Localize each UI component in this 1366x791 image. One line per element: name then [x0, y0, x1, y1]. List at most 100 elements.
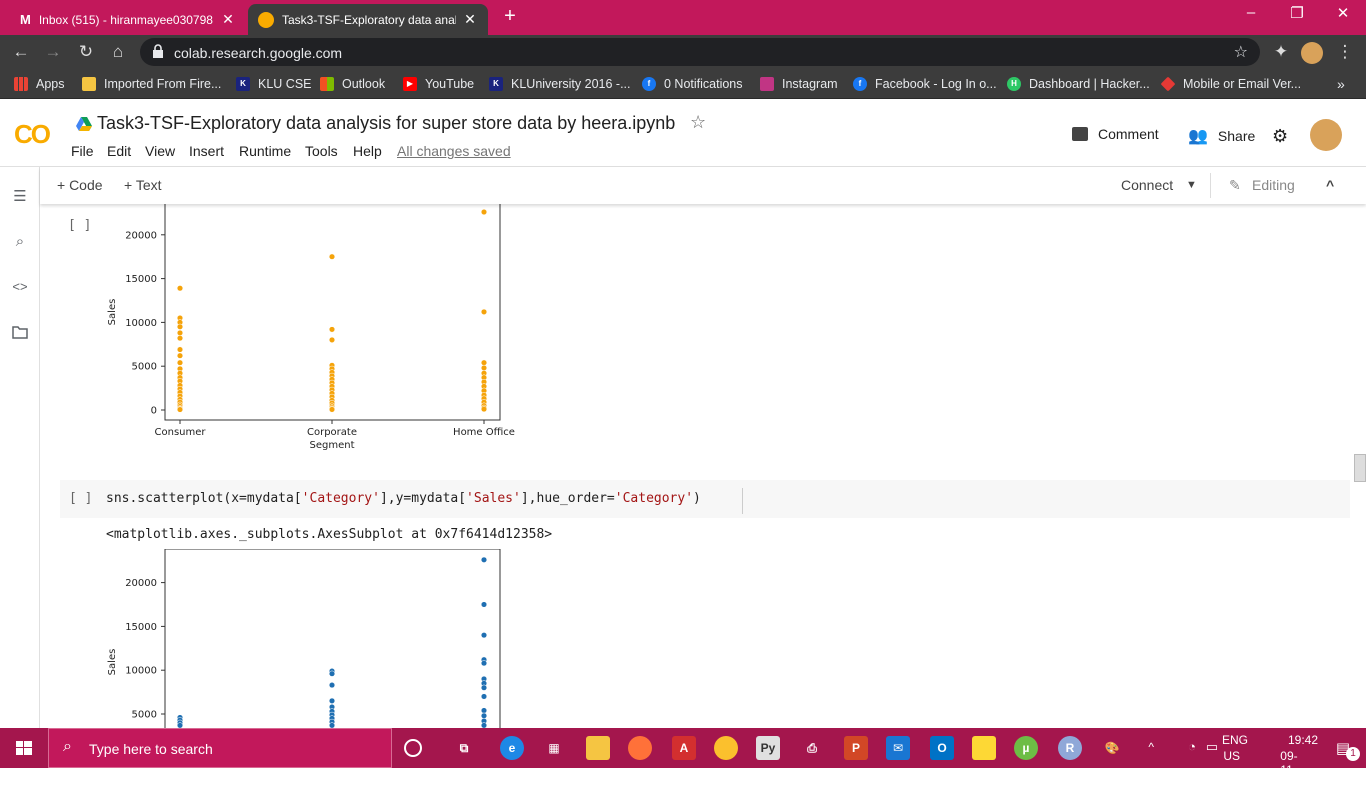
paint-icon[interactable]: 🎨	[1100, 736, 1124, 760]
reload-icon[interactable]: ↻	[75, 41, 97, 63]
table-of-contents-icon[interactable]: ☰	[10, 187, 30, 207]
menu-runtime[interactable]: Runtime	[239, 143, 291, 159]
bookmark-imported[interactable]: Imported From Fire...	[82, 76, 221, 92]
bookmark-youtube[interactable]: ▶ YouTube	[403, 76, 474, 92]
x-tick-label: Corporate	[307, 427, 357, 438]
firefox-icon[interactable]	[628, 736, 652, 760]
clock-time[interactable]: 19:42	[1288, 733, 1318, 747]
bookmark-outlook[interactable]: Outlook	[320, 76, 385, 92]
code-cell[interactable]: [ ] sns.scatterplot(x=mydata['Category']…	[60, 480, 1350, 518]
taskbar-search-box[interactable]: ⌕ Type here to search	[48, 728, 392, 768]
bookmark-notifications[interactable]: f 0 Notifications	[642, 76, 743, 92]
battery-icon[interactable]: ▭	[1206, 739, 1218, 755]
chevron-up-icon[interactable]: ^	[1148, 740, 1154, 754]
minimize-button[interactable]: –	[1228, 4, 1274, 21]
comment-button[interactable]: Comment	[1072, 126, 1159, 142]
menu-view[interactable]: View	[145, 143, 175, 159]
avatar[interactable]	[1310, 119, 1342, 151]
language-bottom[interactable]: US	[1223, 749, 1240, 763]
clock-date[interactable]: 09-11-2020	[1280, 749, 1307, 791]
printer-icon[interactable]: ⎙	[800, 736, 824, 760]
chevron-up-icon[interactable]: ^	[1326, 177, 1334, 193]
menu-help[interactable]: Help	[353, 143, 382, 159]
scrollbar-thumb[interactable]	[1354, 454, 1366, 482]
wifi-icon[interactable]: ◔	[1188, 739, 1196, 754]
youtube-icon: ▶	[403, 77, 417, 91]
tab-colab[interactable]: Task3-TSF-Exploratory data analy ✕	[248, 4, 488, 35]
bookmark-mobile-email[interactable]: Mobile or Email Ver...	[1160, 76, 1301, 92]
scatter-point	[480, 684, 488, 691]
store-icon[interactable]: ▦	[542, 736, 566, 760]
cell-run-bracket[interactable]: [ ]	[68, 218, 91, 233]
close-icon[interactable]: ✕	[220, 11, 236, 28]
bookmark-facebook[interactable]: f Facebook - Log In o...	[853, 76, 997, 92]
edge-icon[interactable]: e	[500, 736, 524, 760]
bookmark-apps[interactable]: Apps	[14, 76, 65, 92]
tab-title: Task3-TSF-Exploratory data analy	[282, 12, 456, 27]
new-tab-button[interactable]: +	[500, 5, 520, 28]
sticky-notes-icon[interactable]	[972, 736, 996, 760]
bookmark-kluniversity[interactable]: K KLUniversity 2016 -...	[489, 76, 631, 92]
outlook-icon[interactable]: O	[930, 736, 954, 760]
start-button[interactable]	[0, 728, 48, 768]
cell-run-bracket[interactable]: [ ]	[69, 491, 92, 506]
extensions-icon[interactable]: ✦	[1270, 41, 1292, 63]
kebab-menu-icon[interactable]: ⋮	[1334, 41, 1356, 63]
connect-button[interactable]: Connect	[1121, 177, 1173, 193]
colab-logo[interactable]: CO	[14, 119, 51, 150]
cell-output-text: <matplotlib.axes._subplots.AxesSubplot a…	[106, 527, 553, 542]
utorrent-icon[interactable]: µ	[1014, 736, 1038, 760]
bookmark-instagram[interactable]: Instagram	[760, 76, 838, 92]
bookmark-hackerrank[interactable]: H Dashboard | Hacker...	[1007, 76, 1150, 92]
klu-icon: K	[489, 77, 503, 91]
folder-icon[interactable]	[10, 325, 30, 345]
close-window-button[interactable]: ✕	[1320, 4, 1366, 22]
y-tick-label: 0	[151, 406, 157, 417]
google-drive-icon	[76, 117, 92, 131]
scatter-point	[480, 556, 488, 563]
mail-icon[interactable]: ✉	[886, 736, 910, 760]
notebook-title[interactable]: Task3-TSF-Exploratory data analysis for …	[97, 113, 675, 134]
acrobat-icon[interactable]: A	[672, 736, 696, 760]
task-view-icon[interactable]: ⧉	[452, 736, 476, 760]
code-snippets-icon[interactable]: <>	[10, 279, 30, 299]
r-icon[interactable]: R	[1058, 736, 1082, 760]
profile-avatar[interactable]	[1301, 42, 1323, 64]
windows-icon	[320, 77, 334, 91]
bookmark-label: Apps	[36, 77, 65, 91]
file-explorer-icon[interactable]	[586, 736, 610, 760]
chevron-down-icon[interactable]: ▼	[1186, 179, 1197, 191]
back-arrow-icon[interactable]: ←	[10, 41, 32, 63]
add-text-button[interactable]: + Text	[124, 177, 162, 193]
menu-insert[interactable]: Insert	[189, 143, 224, 159]
more-bookmarks-icon[interactable]: »	[1337, 76, 1345, 92]
code-editor[interactable]: sns.scatterplot(x=mydata['Category'],y=m…	[106, 491, 701, 506]
bookmark-star-icon[interactable]: ☆	[1234, 42, 1248, 62]
python-icon[interactable]: Py	[756, 736, 780, 760]
chrome-icon[interactable]	[714, 736, 738, 760]
powerpoint-icon[interactable]: P	[844, 736, 868, 760]
tab-gmail[interactable]: M Inbox (515) - hiranmayee030798 ✕	[10, 4, 246, 35]
editing-mode-label[interactable]: Editing	[1252, 177, 1295, 193]
scatter-chart-category: 5000 10000 15000 20000 Sales	[107, 549, 501, 728]
forward-arrow-icon[interactable]: →	[42, 41, 64, 63]
save-status[interactable]: All changes saved	[397, 143, 511, 159]
bookmark-klu-cse[interactable]: K KLU CSE	[236, 76, 312, 92]
people-icon: 👥	[1188, 128, 1208, 145]
share-label: Share	[1217, 128, 1256, 144]
menu-file[interactable]: File	[71, 143, 94, 159]
settings-gear-icon[interactable]: ⚙	[1272, 126, 1288, 147]
menu-tools[interactable]: Tools	[305, 143, 338, 159]
search-icon[interactable]: ⌕	[10, 233, 30, 253]
language-top[interactable]: ENG	[1222, 733, 1248, 747]
menu-edit[interactable]: Edit	[107, 143, 131, 159]
close-icon[interactable]: ✕	[462, 11, 478, 28]
share-button[interactable]: 👥 Share	[1188, 126, 1255, 146]
gmail-icon: M	[20, 12, 31, 27]
address-bar[interactable]: colab.research.google.com ☆	[140, 38, 1260, 66]
restore-button[interactable]: ❐	[1274, 4, 1320, 22]
star-icon[interactable]: ☆	[690, 112, 706, 133]
cortana-icon[interactable]	[404, 739, 422, 757]
home-icon[interactable]: ⌂	[107, 41, 129, 63]
add-code-button[interactable]: + Code	[57, 177, 103, 193]
